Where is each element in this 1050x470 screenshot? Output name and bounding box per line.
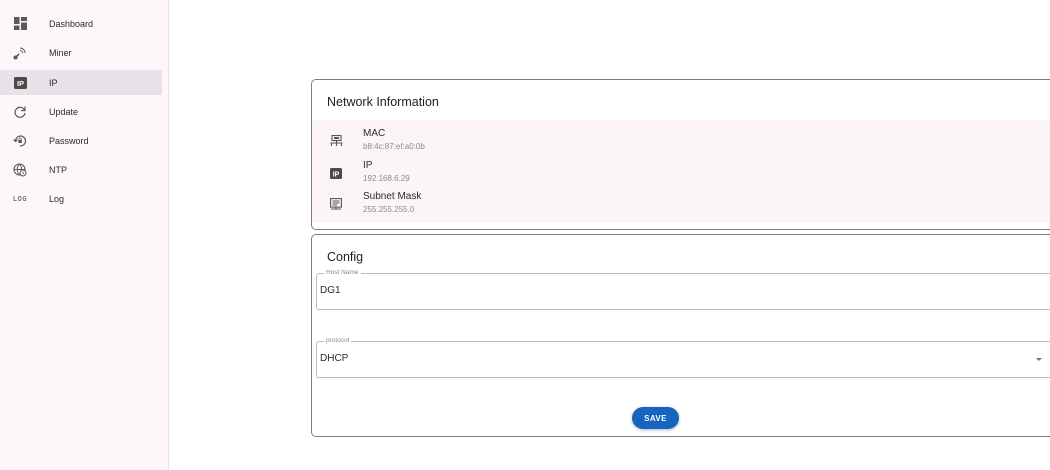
lock-reset-icon [12,133,28,149]
sidebar: Dashboard Miner IP IP Update Password NT… [0,0,169,470]
network-info-card: Network Information MAC b8:4c:87:ef:a0:0… [311,79,1050,230]
sidebar-item-label: Dashboard [49,18,94,29]
ip-icon: IP [329,166,343,180]
satellite-dish-icon [12,45,28,61]
host-name-field[interactable]: Host Name [316,268,1050,310]
chevron-down-icon[interactable] [1036,358,1042,361]
subnet-mask-label: Subnet Mask [363,191,422,202]
host-name-input[interactable] [320,285,920,296]
sidebar-item-ip[interactable]: IP IP [0,70,162,95]
dashboard-icon [12,16,28,32]
protocol-select[interactable]: protocol DHCP [316,336,1050,378]
host-name-label: Host Name [324,268,361,278]
sidebar-item-ntp[interactable]: NTP [0,157,162,182]
subnet-mask-value: 255.255.255.0 [363,205,415,214]
list-item-subnet-mask: Subnet Mask 255.255.255.0 [312,190,1050,218]
protocol-label: protocol [324,336,352,346]
lan-icon [329,134,343,148]
sidebar-item-label: Miner [49,47,72,58]
refresh-icon [12,104,28,120]
ip-value: 192.168.6.29 [363,174,410,183]
sidebar-item-dashboard[interactable]: Dashboard [0,11,162,36]
sidebar-item-password[interactable]: Password [0,128,162,153]
log-icon: LOG [12,191,28,207]
ip-icon-glyph: IP [16,79,23,88]
sidebar-item-label: Update [49,106,79,117]
list-item-mac: MAC b8:4c:87:ef:a0:0b [312,127,1050,155]
ip-icon: IP [12,75,28,91]
list-item-ip: IP IP 192.168.6.29 [312,159,1050,187]
config-card: Config Host Name protocol DHCP SAVE [311,234,1050,437]
ip-label: IP [363,160,373,171]
log-icon-glyph: LOG [12,194,28,203]
network-info-list: MAC b8:4c:87:ef:a0:0b IP IP 192.168.6.29 [312,120,1050,223]
config-title: Config [327,250,364,264]
sidebar-item-label: IP [49,77,58,88]
ip-icon-glyph: IP [333,171,340,178]
mac-value: b8:4c:87:ef:a0:0b [363,142,425,151]
sidebar-item-label: NTP [49,164,67,175]
sidebar-item-label: Log [49,193,65,204]
globe-clock-icon [12,162,28,178]
sidebar-item-log[interactable]: LOG Log [0,186,162,211]
mac-label: MAC [363,128,386,139]
subnet-icon [329,197,343,211]
protocol-selected-value: DHCP [320,353,349,364]
sidebar-item-label: Password [49,135,89,146]
network-info-title: Network Information [327,95,439,109]
sidebar-item-miner[interactable]: Miner [0,40,162,65]
sidebar-item-update[interactable]: Update [0,99,162,124]
save-button[interactable]: SAVE [632,407,679,429]
